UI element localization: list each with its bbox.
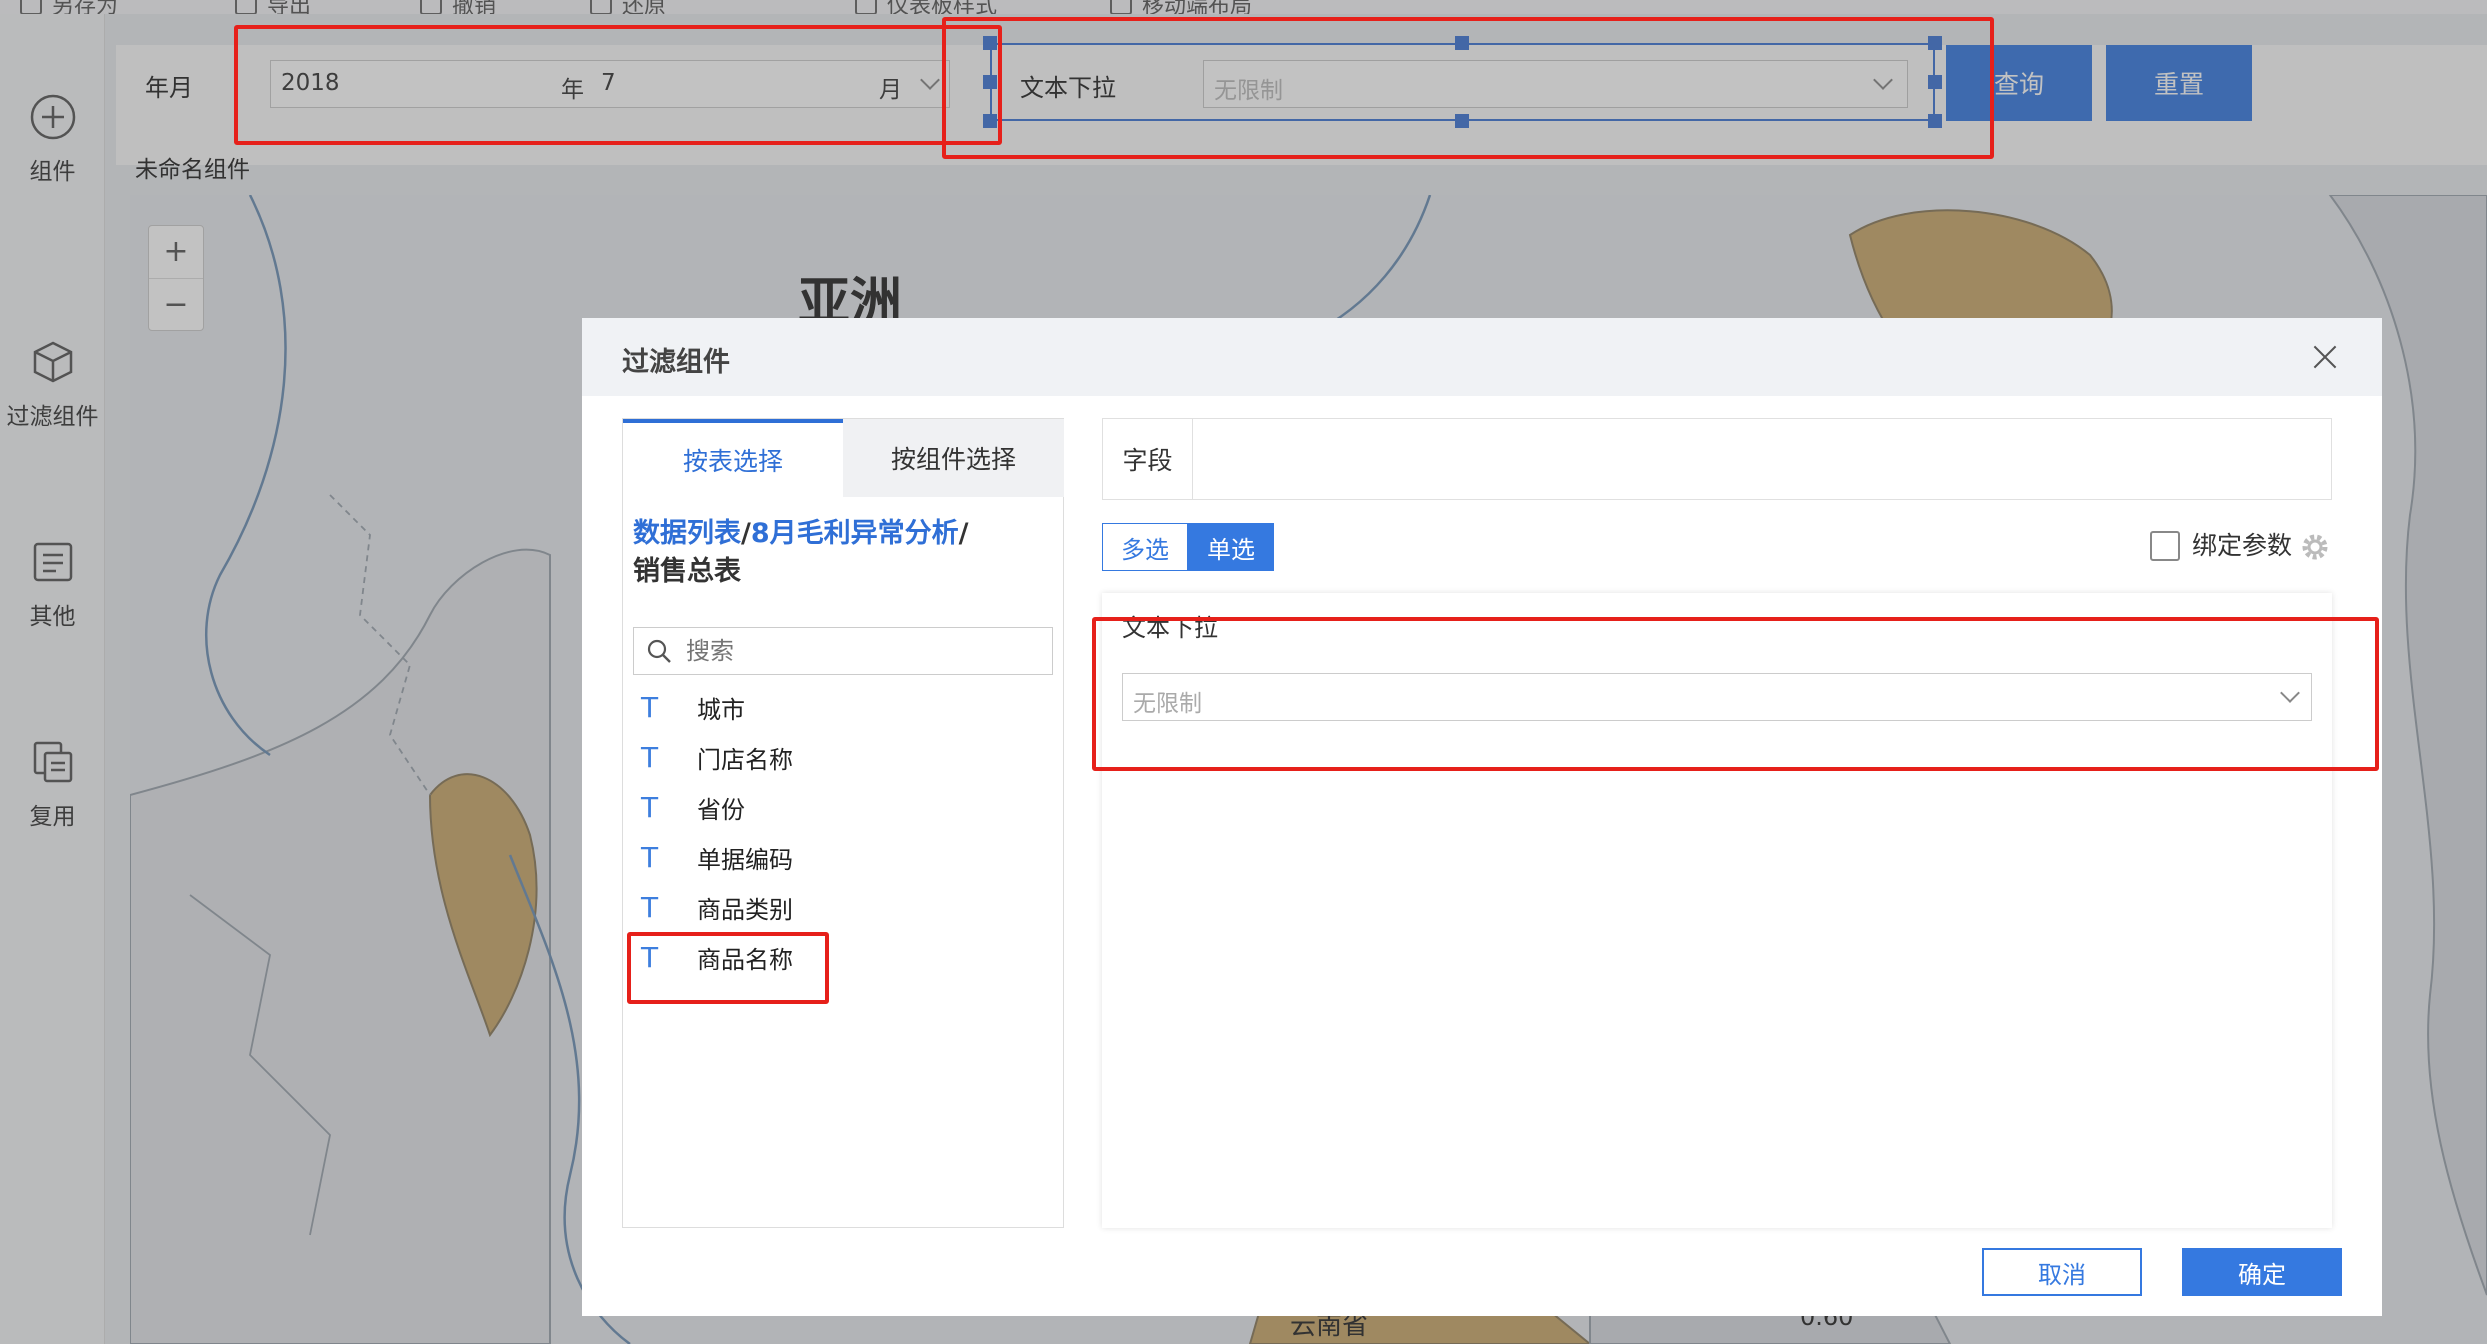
- breadcrumb-current-table: 销售总表: [633, 556, 741, 587]
- bind-param-checkbox[interactable]: [2150, 531, 2180, 561]
- field-item-label: 商品类别: [697, 895, 793, 924]
- highlight-product-name-field: [627, 932, 829, 1004]
- field-label: 字段: [1103, 419, 1193, 499]
- text-type-icon: T: [641, 840, 659, 874]
- tab-select-by-component[interactable]: 按组件选择: [843, 419, 1064, 497]
- field-item-store-name[interactable]: T 门店名称: [641, 737, 793, 777]
- breadcrumb-analysis[interactable]: 8月毛利异常分析: [751, 518, 959, 549]
- close-icon[interactable]: [2308, 340, 2342, 374]
- single-select-toggle[interactable]: 单选: [1188, 523, 1274, 571]
- breadcrumb: 数据列表/8月毛利异常分析/ 销售总表: [633, 515, 1053, 591]
- text-type-icon: T: [641, 790, 659, 824]
- cancel-button[interactable]: 取消: [1982, 1248, 2142, 1296]
- field-item-label: 省份: [697, 795, 745, 824]
- field-search-box[interactable]: [633, 627, 1053, 675]
- search-input[interactable]: [686, 634, 1036, 668]
- highlight-preview-dropdown: [1092, 617, 2379, 771]
- field-item-product-category[interactable]: T 商品类别: [641, 887, 793, 927]
- field-item-label: 门店名称: [697, 745, 793, 774]
- search-icon: [647, 639, 671, 663]
- dialog-header: 过滤组件: [582, 318, 2382, 396]
- field-item-province[interactable]: T 省份: [641, 787, 745, 827]
- breadcrumb-data-list[interactable]: 数据列表: [633, 518, 741, 549]
- tab-select-by-table[interactable]: 按表选择: [623, 419, 843, 497]
- filter-component-dialog: 过滤组件 按表选择 按组件选择 数据列表/8月毛利异常分析/ 销售总表 T城市 …: [582, 318, 2382, 1316]
- multi-select-toggle[interactable]: 多选: [1102, 523, 1188, 571]
- field-source-panel: 按表选择 按组件选择 数据列表/8月毛利异常分析/ 销售总表 T城市 T门店名称…: [622, 418, 1064, 1228]
- field-drop-zone[interactable]: 字段: [1102, 418, 2332, 500]
- field-item-document-code[interactable]: T 单据编码: [641, 837, 793, 877]
- text-type-icon: T: [641, 890, 659, 924]
- filter-config-panel: 字段 多选 单选 绑定参数 文本下拉 无限制: [1102, 418, 2332, 1228]
- bind-param-label: 绑定参数: [2192, 531, 2293, 560]
- gear-icon[interactable]: [2299, 531, 2331, 563]
- field-item-label: 城市: [697, 695, 745, 724]
- confirm-button[interactable]: 确定: [2182, 1248, 2342, 1296]
- breadcrumb-separator: /: [741, 518, 751, 549]
- field-item-city[interactable]: T 城市: [641, 687, 745, 727]
- text-type-icon: T: [641, 690, 659, 724]
- field-item-label: 单据编码: [697, 845, 793, 874]
- dialog-title: 过滤组件: [622, 347, 730, 378]
- breadcrumb-separator: /: [958, 518, 969, 549]
- text-type-icon: T: [641, 740, 659, 774]
- highlight-text-dropdown: [942, 17, 1994, 159]
- highlight-date-filter: [234, 25, 1002, 145]
